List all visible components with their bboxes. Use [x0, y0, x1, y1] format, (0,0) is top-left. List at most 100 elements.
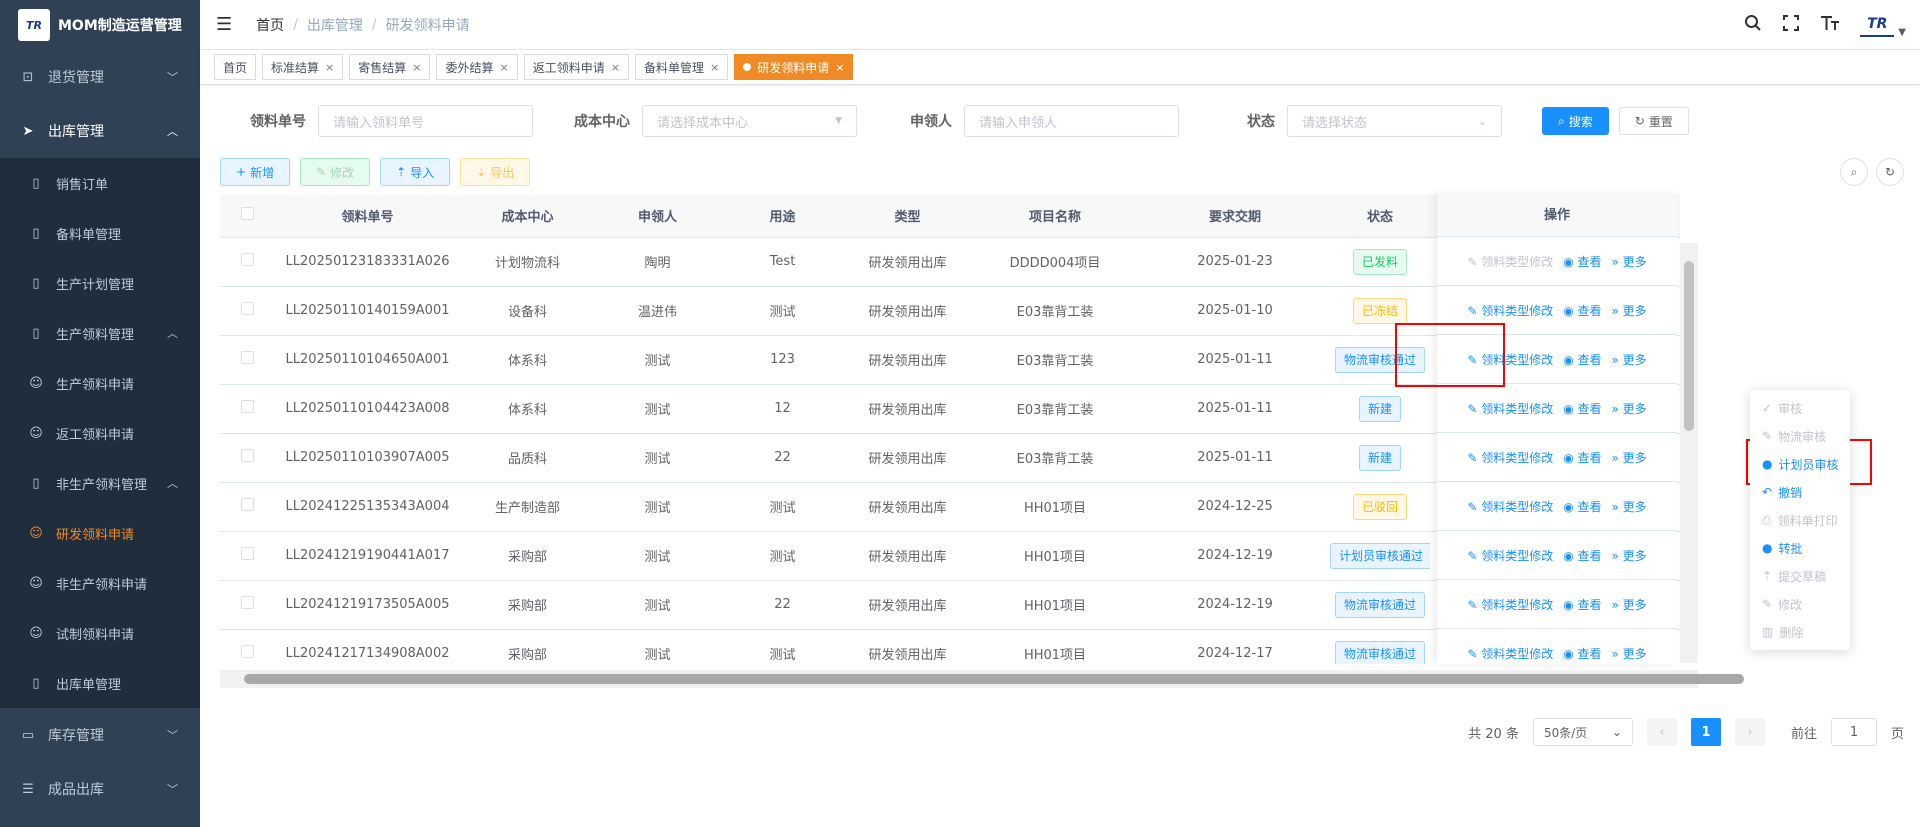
edit-type-link[interactable]: ✎ 领料类型修改: [1467, 449, 1553, 466]
edit-type-link[interactable]: ✎ 领料类型修改: [1467, 547, 1553, 564]
applicant-input[interactable]: 请输入申领人: [964, 105, 1179, 137]
export-button[interactable]: ⇣ 导出: [460, 158, 531, 186]
more-link[interactable]: » 更多: [1612, 596, 1647, 613]
dropdown-item[interactable]: ✎ 物流审核: [1750, 422, 1850, 450]
goto-page-input[interactable]: 1: [1830, 718, 1877, 746]
vertical-scrollbar-thumb[interactable]: [1684, 261, 1694, 431]
select-all-checkbox[interactable]: [241, 206, 254, 220]
row-checkbox[interactable]: [241, 351, 254, 364]
import-button[interactable]: ⇡ 导入: [380, 158, 451, 186]
reset-button[interactable]: ↻ 重置: [1618, 107, 1689, 135]
tab-item[interactable]: 返工领料申请 ×: [523, 54, 629, 80]
horizontal-scrollbar-thumb[interactable]: [244, 674, 1744, 684]
search-icon[interactable]: [1744, 14, 1762, 37]
view-link[interactable]: ◉ 查看: [1563, 449, 1601, 466]
sidebar-item[interactable]: ➤ 出库管理 ︿: [0, 104, 200, 158]
horizontal-scrollbar[interactable]: [220, 670, 1744, 688]
sidebar-item[interactable]: ☺ 试制领料申请: [0, 608, 200, 658]
cost-center-select[interactable]: 请选择成本中心 ▼: [642, 105, 857, 137]
close-icon[interactable]: ×: [500, 61, 509, 74]
dropdown-item[interactable]: ✓ 审核: [1750, 394, 1850, 422]
more-link[interactable]: » 更多: [1612, 302, 1647, 319]
row-checkbox[interactable]: [241, 547, 254, 560]
tab-item[interactable]: 研发领料申请 ×: [734, 54, 854, 80]
breadcrumb-home[interactable]: 首页: [256, 15, 284, 35]
sidebar-item[interactable]: ⊡ 退货管理 ﹀: [0, 50, 200, 104]
close-icon[interactable]: ×: [835, 61, 844, 74]
more-link[interactable]: » 更多: [1612, 645, 1647, 662]
sidebar-item[interactable]: ▯ 备料单管理: [0, 208, 200, 258]
tab-item[interactable]: 首页: [214, 54, 257, 80]
sidebar-item[interactable]: ☰ 成品出库 ﹀: [0, 762, 200, 816]
caret-down-icon[interactable]: ▼: [1898, 27, 1906, 38]
dropdown-item[interactable]: ▥ 删除: [1750, 618, 1850, 646]
dropdown-item[interactable]: ● 计划员审核: [1750, 450, 1850, 478]
view-link[interactable]: ◉ 查看: [1563, 596, 1601, 613]
edit-type-link[interactable]: ✎ 领料类型修改: [1467, 498, 1553, 515]
row-checkbox[interactable]: [241, 498, 254, 511]
row-checkbox[interactable]: [241, 302, 254, 315]
edit-button[interactable]: ✎ 修改: [300, 158, 371, 186]
dropdown-item[interactable]: ● 转批: [1750, 534, 1850, 562]
view-link[interactable]: ◉ 查看: [1563, 547, 1601, 564]
fullscreen-icon[interactable]: [1782, 14, 1800, 37]
sidebar-item[interactable]: ▯ 非生产领料管理 ︿: [0, 458, 200, 508]
avatar[interactable]: TR: [1860, 13, 1895, 37]
refresh-icon[interactable]: ↻: [1876, 158, 1904, 186]
tab-item[interactable]: 寄售结算 ×: [349, 54, 431, 80]
row-checkbox[interactable]: [241, 253, 254, 266]
dropdown-item[interactable]: ⎙ 领料单打印: [1750, 506, 1850, 534]
row-checkbox[interactable]: [241, 645, 254, 658]
view-link[interactable]: ◉ 查看: [1563, 645, 1601, 662]
sidebar-item[interactable]: ☺ 生产领料申请: [0, 358, 200, 408]
more-link[interactable]: » 更多: [1612, 351, 1647, 368]
row-checkbox[interactable]: [241, 596, 254, 609]
tab-item[interactable]: 委外结算 ×: [436, 54, 518, 80]
row-checkbox[interactable]: [241, 400, 254, 413]
search-button[interactable]: ⌕ 搜索: [1542, 107, 1609, 135]
view-link[interactable]: ◉ 查看: [1563, 351, 1601, 368]
sidebar-item[interactable]: ☺ 非生产领料申请: [0, 558, 200, 608]
toggle-search-icon[interactable]: ⌕: [1840, 158, 1868, 186]
sidebar-item[interactable]: ▯ 生产领料管理 ︿: [0, 308, 200, 358]
more-link[interactable]: » 更多: [1612, 449, 1647, 466]
view-link[interactable]: ◉ 查看: [1563, 253, 1601, 270]
edit-type-link[interactable]: ✎ 领料类型修改: [1467, 253, 1553, 270]
close-icon[interactable]: ×: [611, 61, 620, 74]
sidebar-item[interactable]: ☺ 研发领料申请: [0, 508, 200, 558]
edit-type-link[interactable]: ✎ 领料类型修改: [1467, 400, 1553, 417]
order-no-input[interactable]: 请输入领料单号: [318, 105, 533, 137]
tab-item[interactable]: 备料单管理 ×: [634, 54, 729, 80]
add-button[interactable]: + 新增: [220, 158, 291, 186]
sidebar-item[interactable]: ▯ 销售订单: [0, 158, 200, 208]
prev-page-button[interactable]: ‹: [1646, 718, 1677, 746]
view-link[interactable]: ◉ 查看: [1563, 400, 1601, 417]
edit-type-link[interactable]: ✎ 领料类型修改: [1467, 302, 1553, 319]
status-select[interactable]: 请选择状态 ⌄: [1287, 105, 1502, 137]
close-icon[interactable]: ×: [412, 61, 421, 74]
dropdown-item[interactable]: ✎ 修改: [1750, 590, 1850, 618]
page-number-current[interactable]: 1: [1690, 718, 1721, 746]
edit-type-link[interactable]: ✎ 领料类型修改: [1467, 596, 1553, 613]
more-link[interactable]: » 更多: [1612, 400, 1647, 417]
sidebar-item[interactable]: ☺ 返工领料申请: [0, 408, 200, 458]
more-link[interactable]: » 更多: [1612, 547, 1647, 564]
close-icon[interactable]: ×: [325, 61, 334, 74]
next-page-button[interactable]: ›: [1734, 718, 1765, 746]
more-link[interactable]: » 更多: [1612, 498, 1647, 515]
more-link[interactable]: » 更多: [1612, 253, 1647, 270]
row-checkbox[interactable]: [241, 449, 254, 462]
font-size-icon[interactable]: [1820, 14, 1840, 37]
vertical-scrollbar[interactable]: [1680, 243, 1698, 663]
dropdown-item[interactable]: ⇡ 提交草稿: [1750, 562, 1850, 590]
view-link[interactable]: ◉ 查看: [1563, 302, 1601, 319]
page-size-select[interactable]: 50条/页 ⌄: [1532, 718, 1633, 746]
view-link[interactable]: ◉ 查看: [1563, 498, 1601, 515]
edit-type-link[interactable]: ✎ 领料类型修改: [1467, 645, 1553, 662]
tab-item[interactable]: 标准结算 ×: [262, 54, 344, 80]
sidebar-item[interactable]: ▭ 库存管理 ﹀: [0, 708, 200, 762]
sidebar-item[interactable]: ▯ 出库单管理: [0, 658, 200, 708]
sidebar-item[interactable]: ▯ 生产计划管理: [0, 258, 200, 308]
close-icon[interactable]: ×: [710, 61, 719, 74]
dropdown-item[interactable]: ↶ 撤销: [1750, 478, 1850, 506]
